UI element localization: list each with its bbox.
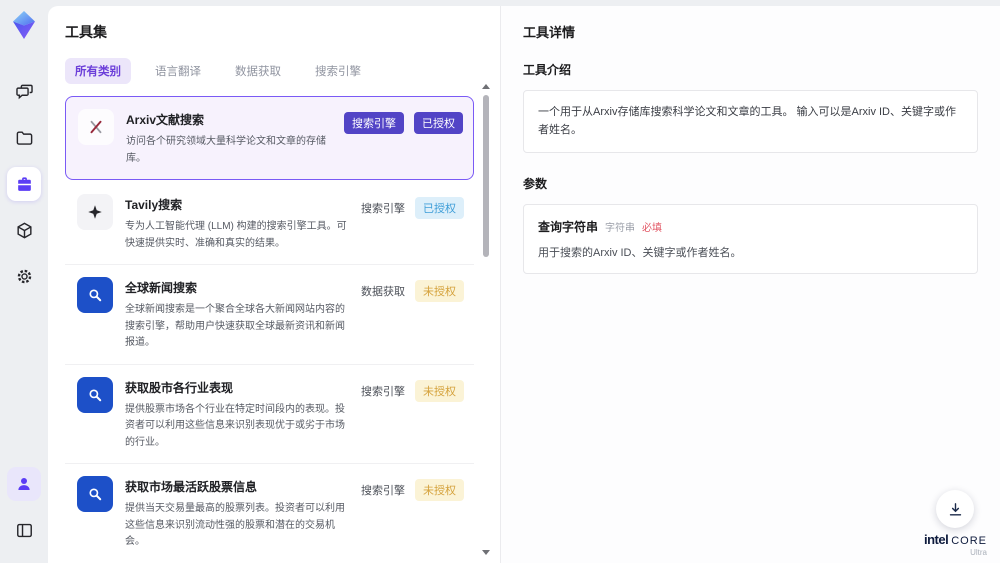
category-tabs: 所有类别 语言翻译 数据获取 搜索引擎 [65,58,500,84]
ultra-wordmark: Ultra [970,548,987,557]
app-root: 工具集 所有类别 语言翻译 数据获取 搜索引擎 Arxiv文献搜索 访问各个研究… [0,0,1000,563]
tool-name: Tavily搜索 [125,198,183,212]
auth-status-badge: 已授权 [415,197,464,219]
auth-status-badge: 未授权 [415,479,464,501]
gem-logo-icon [13,11,35,39]
stock-search-icon [77,376,113,413]
tavily-star-icon [77,194,113,230]
auth-status-badge: 已授权 [414,112,463,134]
core-wordmark: CORE [951,535,987,547]
category-badge: 搜索引擎 [344,112,404,134]
tool-card-arxiv[interactable]: Arxiv文献搜索 访问各个研究领域大量科学论文和文章的存储库。 搜索引擎 已授… [65,96,474,180]
news-search-icon [77,277,113,313]
tool-name: Arxiv文献搜索 [126,113,205,127]
tool-card-active-stocks[interactable]: 获取市场最活跃股票信息 提供当天交易量最高的股票列表。投资者可以利用这些信息来识… [65,464,474,563]
intel-wordmark: intel [923,532,949,547]
tool-card-sector-performance[interactable]: 获取股市各行业表现 提供股票市场各个行业在特定时间段内的表现。投资者可以利用这些… [65,365,474,464]
tab-language-translation[interactable]: 语言翻译 [145,58,211,84]
nav-chat-button[interactable] [7,75,41,109]
tool-card-tavily[interactable]: Tavily搜索 专为人工智能代理 (LLM) 构建的搜索引擎工具。可快速提供实… [65,182,474,265]
param-type: 字符串 [605,223,636,235]
category-label: 搜索引擎 [361,385,405,398]
folder-icon [16,130,32,145]
param-name: 查询字符串 [538,220,599,235]
nav-panel-toggle-button[interactable] [7,513,41,547]
tab-data-fetch[interactable]: 数据获取 [225,58,291,84]
intro-section-title: 工具介绍 [523,63,572,77]
main-surface: 工具集 所有类别 语言翻译 数据获取 搜索引擎 Arxiv文献搜索 访问各个研究… [48,6,1000,563]
auth-status-badge: 未授权 [415,280,464,302]
params-section-title: 参数 [523,177,548,192]
tool-description: 全球新闻搜索是一个聚合全球各大新闻网站内容的搜索引擎，帮助用户快速获取全球最新资… [125,304,345,348]
detail-title: 工具详情 [523,25,576,40]
layout-panel-icon [16,523,32,537]
cube-icon [16,222,32,238]
arxiv-logo-icon [78,109,114,145]
user-icon [18,478,30,490]
download-button[interactable] [936,490,975,528]
nav-tools-button[interactable] [7,167,41,201]
tool-description: 专为人工智能代理 (LLM) 构建的搜索引擎工具。可快速提供实时、准确和真实的结… [125,221,347,249]
scroll-up-arrow-icon[interactable] [482,84,490,89]
tool-card-global-news[interactable]: 全球新闻搜索 全球新闻搜索是一个聚合全球各大新闻网站内容的搜索引擎，帮助用户快速… [65,265,474,365]
gear-icon [17,269,31,283]
tool-name: 获取市场最活跃股票信息 [125,480,258,494]
tools-panel: 工具集 所有类别 语言翻译 数据获取 搜索引擎 Arxiv文献搜索 访问各个研究… [48,6,500,563]
tool-name: 全球新闻搜索 [125,281,198,295]
tool-name: 获取股市各行业表现 [125,380,234,395]
auth-status-badge: 未授权 [415,379,464,402]
nav-settings-button[interactable] [7,259,41,293]
tool-list-scrollbar[interactable] [481,84,491,555]
stock-search-icon [77,476,113,512]
tool-description: 提供当天交易量最高的股票列表。投资者可以利用这些信息来识别流动性强的股票和潜在的… [125,503,345,547]
tool-list: Arxiv文献搜索 访问各个研究领域大量科学论文和文章的存储库。 搜索引擎 已授… [65,96,500,563]
tool-detail-panel: 工具详情 工具介绍 一个用于从Arxiv存储库搜索科学论文和文章的工具。 输入可… [500,6,1000,563]
param-required-flag: 必填 [642,223,663,235]
scrollbar-thumb[interactable] [483,95,489,257]
app-logo[interactable] [9,10,39,45]
corner-widgets: intel CORE Ultra [924,490,987,557]
tool-description: 提供股票市场各个行业在特定时间段内的表现。投资者可以利用这些信息来识别表现优于或… [125,403,345,448]
scroll-down-arrow-icon[interactable] [482,550,490,555]
nav-files-button[interactable] [7,121,41,155]
parameter-item: 查询字符串 字符串 必填 用于搜索的Arxiv ID、关键字或作者姓名。 [523,204,978,275]
tab-search-engine[interactable]: 搜索引擎 [305,58,371,84]
category-label: 搜索引擎 [361,203,405,215]
toolbox-icon [17,176,31,191]
tool-intro-text: 一个用于从Arxiv存储库搜索科学论文和文章的工具。 输入可以是Arxiv ID… [523,90,978,154]
param-description: 用于搜索的Arxiv ID、关键字或作者姓名。 [538,247,742,260]
tab-all-categories[interactable]: 所有类别 [65,58,131,84]
category-label: 搜索引擎 [361,485,405,497]
tool-description: 访问各个研究领域大量科学论文和文章的存储库。 [126,136,326,164]
page-title: 工具集 [65,24,107,40]
left-rail [0,0,48,563]
nav-models-button[interactable] [7,213,41,247]
download-icon [949,502,962,516]
category-label: 数据获取 [361,286,405,298]
chat-icon [15,84,33,99]
intel-core-logo: intel CORE Ultra [924,533,987,557]
nav-profile-button[interactable] [7,467,41,501]
